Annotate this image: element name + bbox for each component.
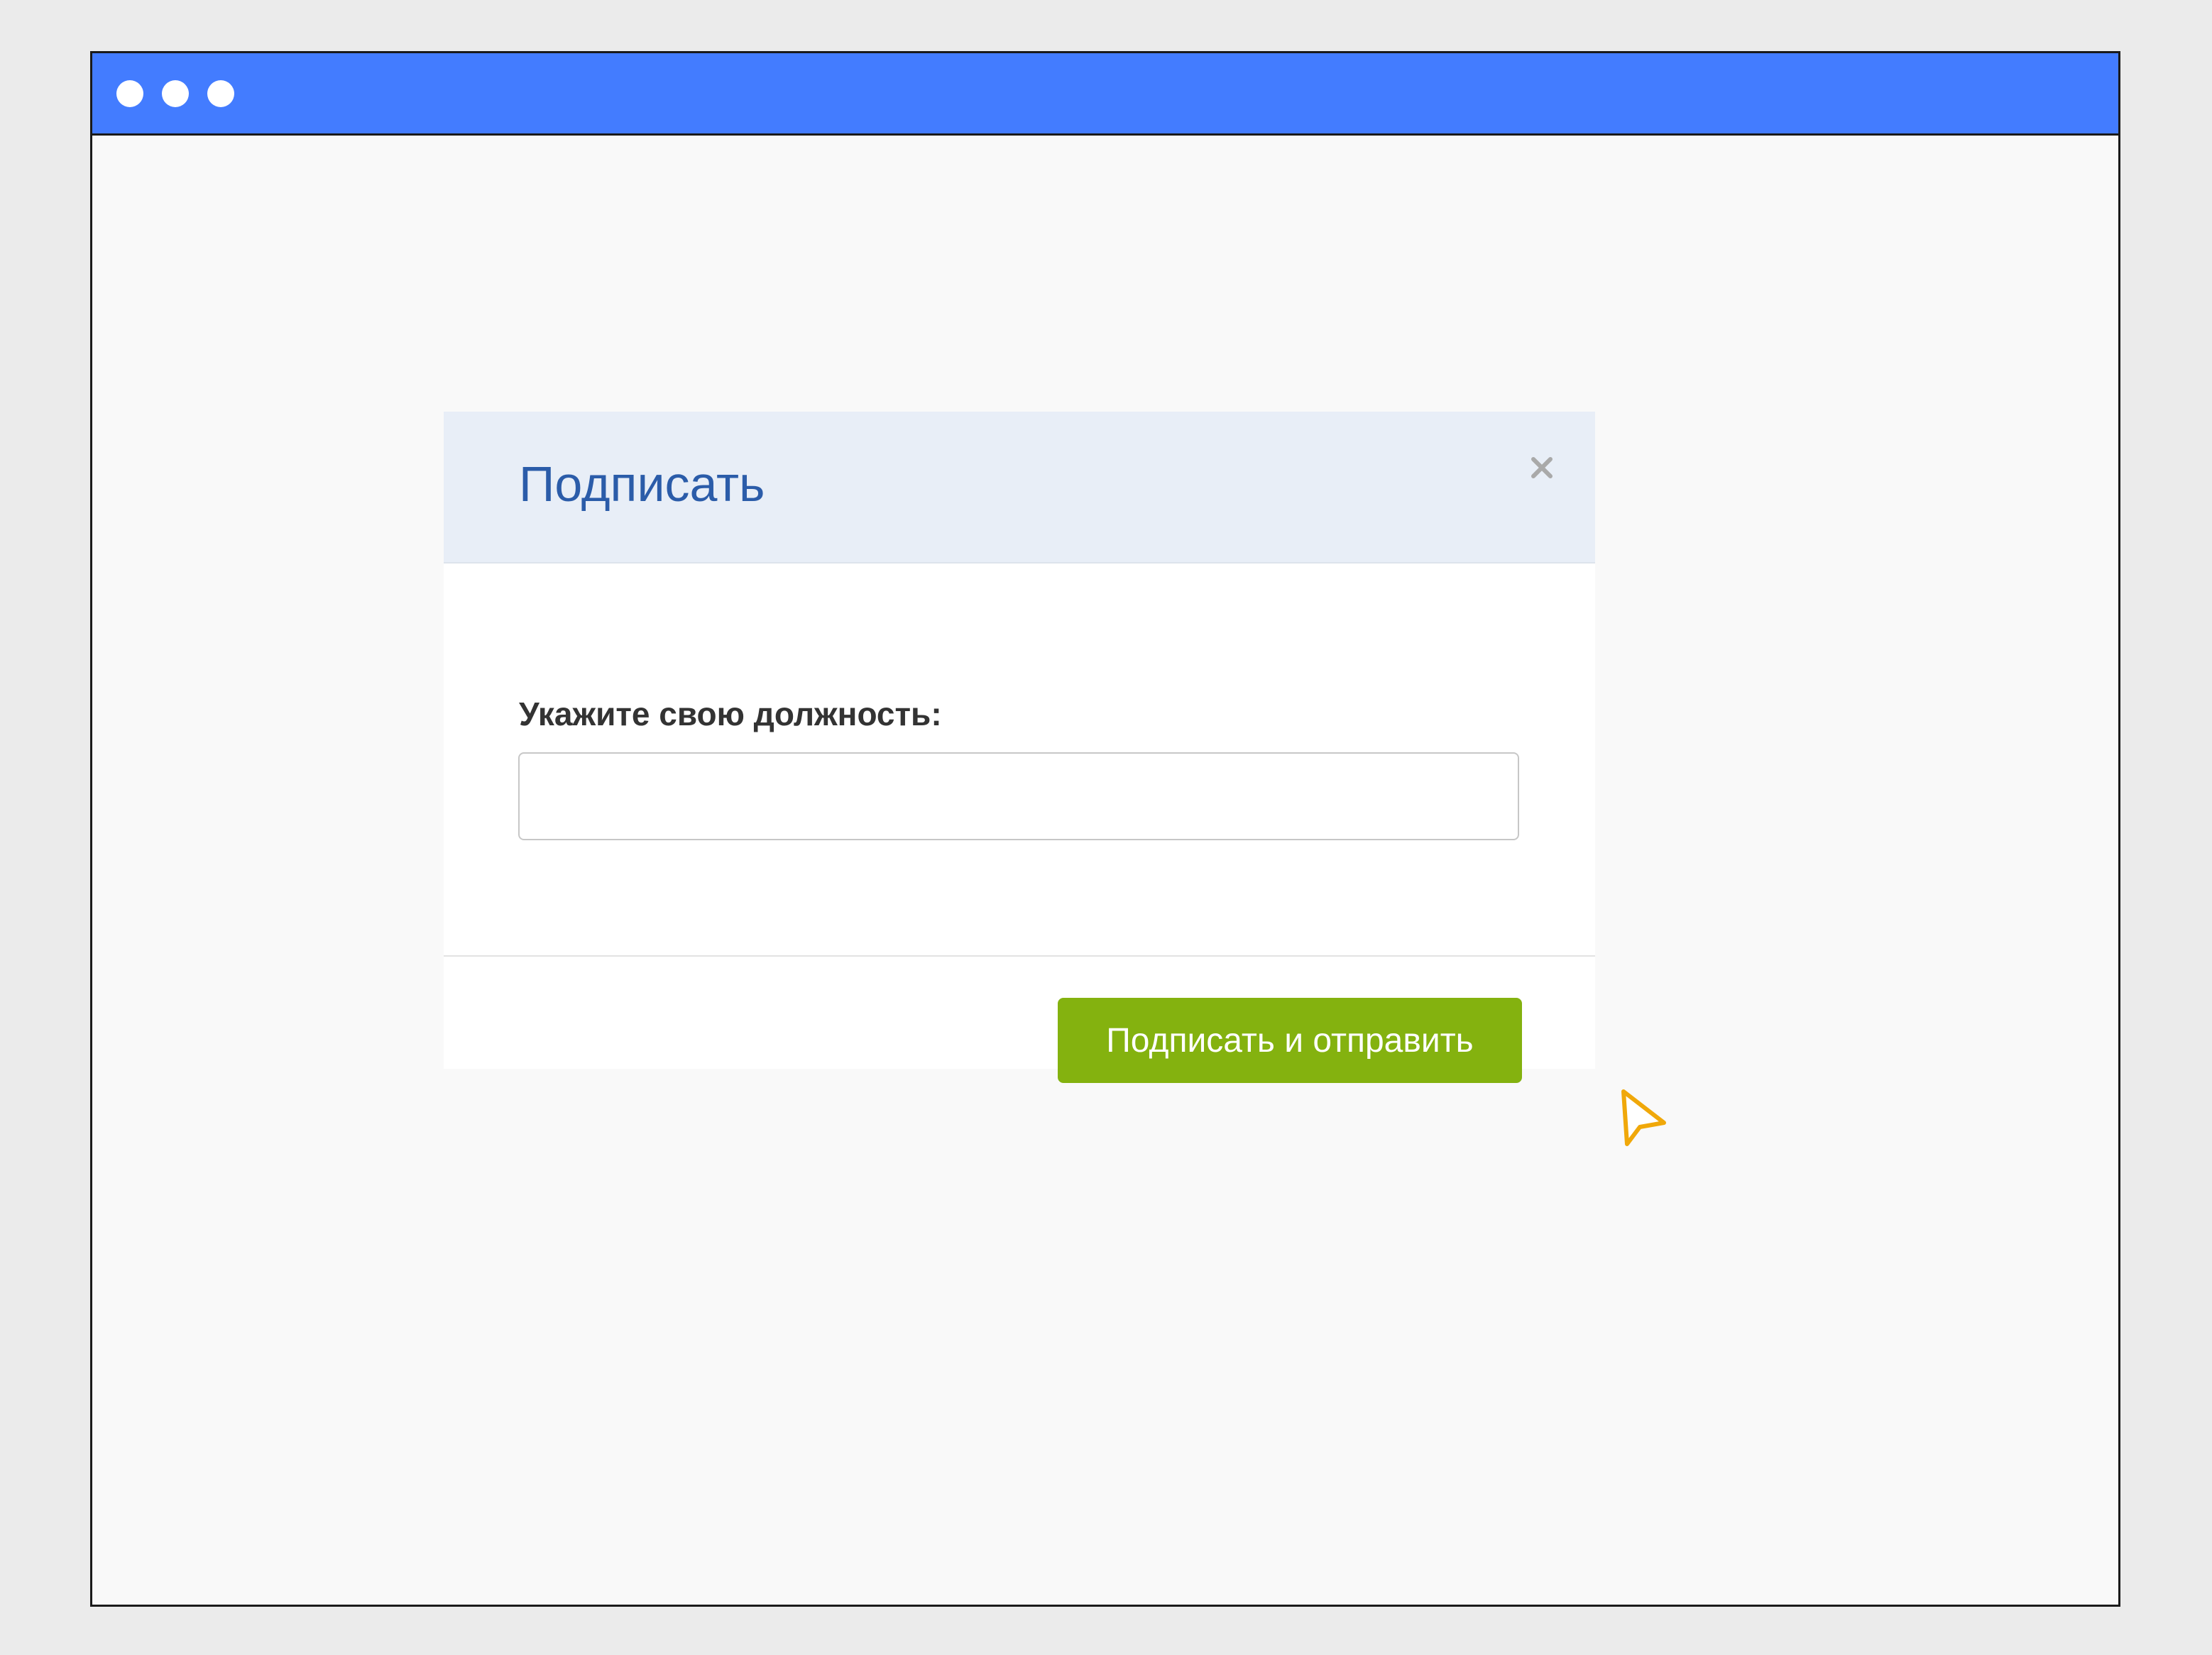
footer-divider [444,955,1595,957]
window-dot-icon[interactable] [162,80,189,107]
sign-and-send-button[interactable]: Подписать и отправить [1058,998,1522,1083]
window-dot-icon[interactable] [116,80,143,107]
dialog-header: Подписать [444,412,1595,563]
close-button[interactable] [1517,443,1567,493]
window-title-bar [92,53,2118,136]
sign-dialog: Подписать Укажите свою должность: Подпис… [444,412,1595,1083]
dialog-title: Подписать [519,456,765,512]
position-input[interactable] [518,752,1519,840]
close-icon [1531,457,1553,478]
mouse-pointer-icon [1621,1089,1666,1146]
window-dot-icon[interactable] [207,80,234,107]
position-field-label: Укажите свою должность: [519,695,942,732]
